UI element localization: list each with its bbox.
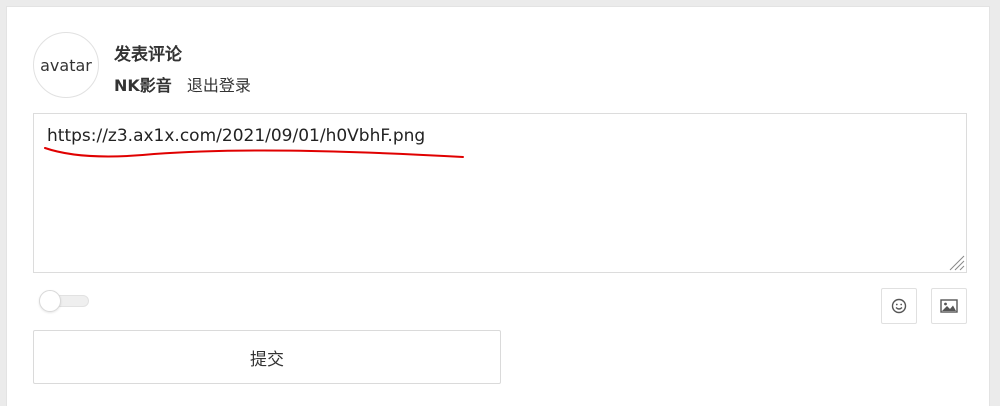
- username: NK影音: [114, 76, 172, 95]
- submit-button[interactable]: 提交: [33, 330, 501, 384]
- smiley-icon: [891, 298, 907, 314]
- user-line: NK影音 退出登录: [114, 72, 251, 96]
- page-title: 发表评论: [114, 45, 182, 65]
- toggle-knob: [39, 290, 61, 312]
- comment-textarea-value: https://z3.ax1x.com/2021/09/01/h0VbhF.pn…: [47, 126, 426, 146]
- avatar-text: avatar: [40, 55, 92, 75]
- resize-handle-icon[interactable]: [947, 253, 965, 271]
- avatar: avatar: [33, 32, 99, 98]
- logout-link[interactable]: 退出登录: [187, 76, 251, 95]
- image-upload-button[interactable]: [931, 288, 967, 324]
- emoji-button[interactable]: [881, 288, 917, 324]
- toggle-switch[interactable]: [39, 290, 89, 312]
- image-icon: [940, 299, 958, 313]
- comment-card: avatar 发表评论 NK影音 退出登录 https://z3.ax1x.co…: [6, 6, 990, 406]
- comment-textarea[interactable]: https://z3.ax1x.com/2021/09/01/h0VbhF.pn…: [33, 113, 967, 273]
